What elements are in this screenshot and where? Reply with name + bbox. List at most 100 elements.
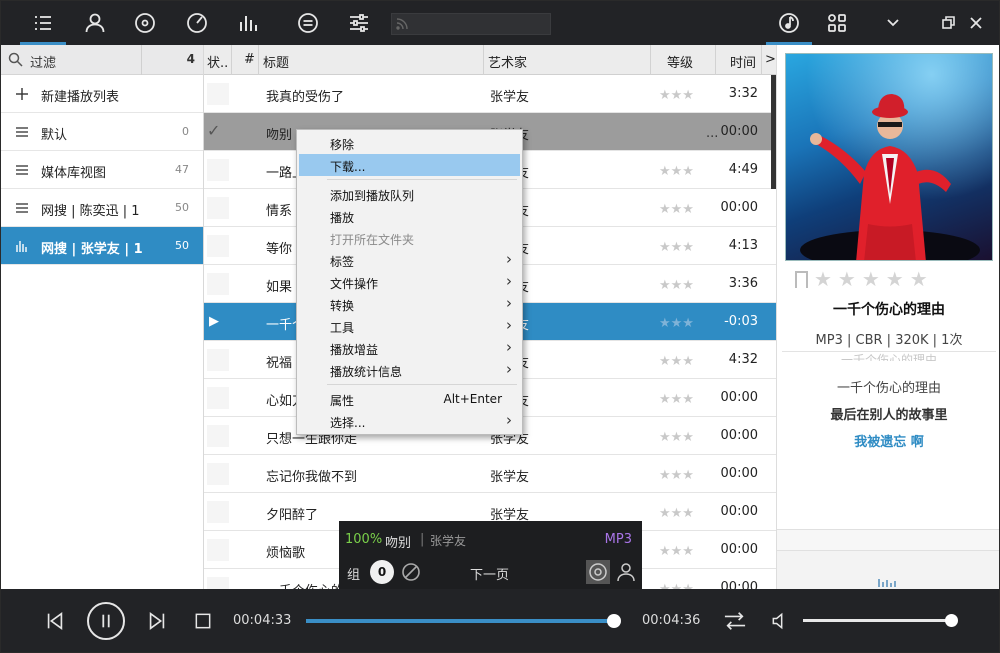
track-rating-stars[interactable]: ★★★ (659, 468, 694, 483)
menu-item-label: 文件操作 (330, 277, 379, 291)
eject-icon[interactable] (295, 10, 321, 36)
column-artist[interactable]: 艺术家 (488, 52, 527, 71)
next-icon[interactable] (145, 609, 169, 633)
menu-item[interactable]: 选择... › (299, 410, 520, 432)
gauge-icon[interactable] (184, 10, 210, 36)
menu-item[interactable]: 下载... (299, 154, 520, 176)
menu-item[interactable]: 播放 (299, 205, 520, 227)
now-playing-title: 一千个伤心的理由 (833, 302, 945, 318)
bookmark-icon[interactable] (795, 271, 808, 288)
chevron-down-icon[interactable] (880, 10, 906, 36)
menu-item[interactable]: 添加到播放队列 (299, 183, 520, 205)
lyric-line: 一千个伤心的理由 (840, 353, 937, 361)
equalizer-bars-icon[interactable] (235, 10, 261, 36)
playlist-sidebar: 过滤 4 新建播放列表 默认 0 媒体库视图 47 网搜 | 陈奕迅 | 1 5… (1, 45, 204, 589)
column-time[interactable]: 时间 (730, 52, 756, 71)
vinyl-icon[interactable] (586, 560, 610, 584)
track-rating-stars[interactable]: ★★★ (659, 544, 694, 559)
previous-icon[interactable] (43, 609, 67, 633)
table-row[interactable]: 忘记你我做不到 张学友 ★★★ 00:00 (204, 455, 776, 493)
user-icon[interactable] (616, 561, 636, 583)
status-cell (207, 159, 229, 181)
status-cell (207, 501, 229, 523)
track-title: 忘记你我做不到 (266, 470, 358, 485)
volume-slider[interactable] (803, 614, 958, 627)
menu-separator (327, 384, 517, 385)
status-cell (207, 577, 229, 589)
column-rating[interactable]: 等级 (667, 52, 693, 71)
track-rating-stars[interactable]: ★★★ (659, 88, 694, 103)
equalizer-icon[interactable] (877, 577, 899, 587)
sidebar-item-new-playlist[interactable]: 新建播放列表 (1, 75, 203, 113)
track-rating-stars[interactable]: ★★★ (659, 582, 694, 589)
track-rating-stars[interactable]: ★★★ (659, 240, 694, 255)
track-time: 00:00 (720, 428, 758, 443)
now-playing-panel: ★★★★★ 一千个伤心的理由 MP3 | CBR | 320K | 1次 一千个… (776, 45, 999, 589)
volume-icon[interactable] (768, 609, 792, 633)
sidebar-item-websearch-jacky[interactable]: 网搜 | 张学友 | 1 50 (1, 227, 203, 265)
menu-item[interactable]: 转换 › (299, 293, 520, 315)
submenu-arrow-icon: › (506, 316, 512, 334)
menu-item[interactable]: 工具 › (299, 315, 520, 337)
track-rating-text[interactable]: ... (706, 126, 718, 141)
sidebar-item-websearch-eason[interactable]: 网搜 | 陈奕迅 | 1 50 (1, 189, 203, 227)
menu-item-label: 播放 (330, 211, 355, 225)
lyric-line: 一千个伤心的理由 (836, 381, 941, 396)
playlist-icon (16, 165, 28, 175)
column-title[interactable]: 标题 (263, 52, 289, 71)
column-more[interactable]: > (765, 52, 776, 67)
status-cell (207, 349, 229, 371)
sidebar-item-count: 0 (182, 125, 189, 138)
mini-separator: | (420, 532, 425, 547)
mini-artist: 张学友 (430, 534, 467, 548)
track-rating-stars[interactable]: ★★★ (659, 278, 694, 293)
lyric-line-current: 我被遗忘 啊 (854, 435, 924, 450)
close-icon[interactable] (963, 10, 989, 36)
shuffle-icon[interactable] (722, 609, 748, 633)
playlist-icon (16, 203, 28, 213)
column-status[interactable]: 状.. (207, 52, 228, 71)
table-row[interactable]: 我真的受伤了 张学友 ★★★ 3:32 (204, 75, 776, 113)
menu-item[interactable]: 播放统计信息 › (299, 359, 520, 381)
progress-handle[interactable] (606, 614, 621, 628)
track-time: 00:00 (720, 542, 758, 557)
stop-icon[interactable] (191, 609, 215, 633)
music-note-icon[interactable] (766, 10, 812, 45)
track-rating-stars[interactable]: ★★★ (659, 164, 694, 179)
filter-bar[interactable]: 过滤 4 (1, 45, 203, 75)
pause-icon[interactable] (87, 602, 125, 640)
group-count-badge[interactable]: 0 (370, 560, 394, 584)
rating-stars[interactable]: ★★★★★ (795, 267, 934, 291)
menu-item[interactable]: 文件操作 › (299, 271, 520, 293)
track-title: 我真的受伤了 (266, 90, 345, 105)
search-input[interactable] (391, 13, 551, 35)
grid-icon[interactable] (824, 10, 850, 36)
restore-icon[interactable] (935, 10, 961, 36)
submenu-arrow-icon: › (506, 411, 512, 429)
menu-item[interactable]: 移除 (299, 132, 520, 154)
next-page-button[interactable]: 下一页 (470, 564, 509, 583)
disc-icon[interactable] (132, 10, 158, 36)
track-rating-stars[interactable]: ★★★ (659, 392, 694, 407)
sidebar-item-label: 媒体库视图 (41, 166, 107, 181)
track-rating-stars[interactable]: ★★★ (659, 202, 694, 217)
mini-info-panel: 100% 吻别 | 张学友 MP3 组 0 下一页 (339, 521, 642, 589)
volume-handle[interactable] (945, 614, 958, 627)
column-number[interactable]: # (244, 52, 255, 67)
person-icon[interactable] (82, 10, 108, 36)
track-rating-stars[interactable]: ★★★ (659, 354, 694, 369)
sidebar-item-label: 网搜 | 张学友 | 1 (41, 242, 143, 257)
list-icon[interactable] (20, 10, 66, 45)
track-rating-stars[interactable]: ★★★ (659, 316, 694, 331)
track-rating-stars[interactable]: ★★★ (659, 430, 694, 445)
menu-item[interactable]: 属性 Alt+Enter (299, 388, 520, 410)
progress-slider[interactable] (306, 614, 621, 628)
menu-item[interactable]: 标签 › (299, 249, 520, 271)
track-rating-stars[interactable]: ★★★ (659, 506, 694, 521)
sidebar-item-default[interactable]: 默认 0 (1, 113, 203, 151)
menu-item[interactable]: 播放增益 › (299, 337, 520, 359)
ban-icon[interactable] (401, 562, 421, 582)
sidebar-item-library-view[interactable]: 媒体库视图 47 (1, 151, 203, 189)
sidebar-item-label: 新建播放列表 (41, 90, 120, 105)
sliders-icon[interactable] (346, 10, 372, 36)
